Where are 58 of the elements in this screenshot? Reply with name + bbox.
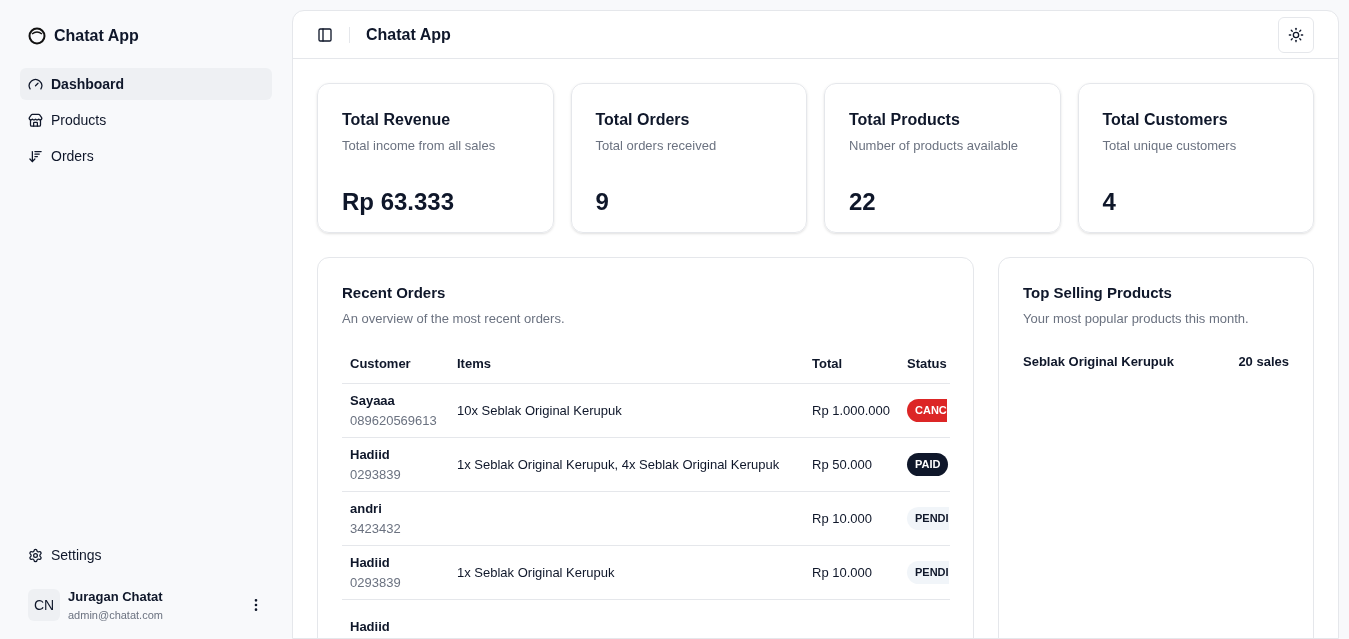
stat-subtitle: Total unique customers [1102,137,1238,155]
card-subtitle: An overview of the most recent orders. [342,309,566,328]
logo-icon [28,27,46,45]
sales-count: 20 sales [1238,353,1289,371]
order-items: 1x Seblak Original Kerupuk, 4x Seblak Original Kerupuk [457,456,780,472]
stat-title: Total Revenue [342,110,452,130]
column-header: Items [457,354,492,373]
card-title: Recent Orders [342,283,447,303]
sidebar-item[interactable]: Orders [20,140,272,172]
product-name: Seblak Original Kerupuk [1023,353,1174,371]
status-badge: PAID [907,453,949,476]
gauge-icon [28,76,43,92]
column-header: Total [812,354,844,373]
column-header: Status [907,354,948,373]
order-total: Rp 10.000 [812,510,872,526]
user-name: Juragan Chatat [68,588,164,606]
sort-icon [28,148,43,164]
order-items: 1x Seblak Original Kerupuk [457,564,615,580]
sidebar-item[interactable]: Dashboard [20,68,272,100]
stat-subtitle: Total income from all sales [342,137,497,155]
customer-phone: 089620569613 [350,411,438,430]
theme-toggle-icon[interactable] [1278,16,1314,53]
customer-name: Hadiid [350,446,391,464]
column-header: Customer [349,354,412,373]
user-email: admin@chatat.com [68,607,164,623]
customer-phone: 0293839 [350,573,402,592]
stat-title: Total Orders [595,110,691,130]
order-total: Rp 10.000 [812,564,872,580]
stat-title: Total Products [849,110,961,130]
customer-phone: 3423432 [350,519,402,538]
stat-subtitle: Number of products available [849,137,1020,155]
app-name: Chatat App [54,26,139,46]
stat-value: 9 [595,186,610,217]
order-total: Rp 50.000 [812,456,872,472]
status-badge: PENDI [907,507,949,530]
store-icon [28,112,43,128]
order-items: 10x Seblak Original Kerupuk [457,402,622,418]
customer-phone: 0293839 [350,465,402,484]
customer-name: Hadiid [350,554,391,572]
settings-link[interactable]: Settings [20,539,272,571]
customer-name: Sayaaa [350,392,396,410]
customer-name: Hadiid [350,617,391,636]
card-title: Top Selling Products [1023,283,1173,303]
stat-subtitle: Total orders received [595,137,718,155]
stat-value: 22 [849,186,877,217]
stat-title: Total Customers [1102,110,1229,130]
sidebar-toggle-icon[interactable] [317,26,333,43]
card-subtitle: Your most popular products this month. [1023,309,1250,328]
customer-name: andri [350,500,383,518]
status-badge: PENDI [907,561,949,584]
stat-value: Rp 63.333 [342,186,456,217]
order-total: Rp 1.000.000 [812,402,891,418]
settings-icon [28,547,43,563]
page-title: Chatat App [366,24,451,45]
status-badge: CANC [907,399,947,422]
avatar: CN [28,589,60,621]
sidebar-item[interactable]: Products [20,104,272,136]
stat-value: 4 [1102,186,1117,217]
